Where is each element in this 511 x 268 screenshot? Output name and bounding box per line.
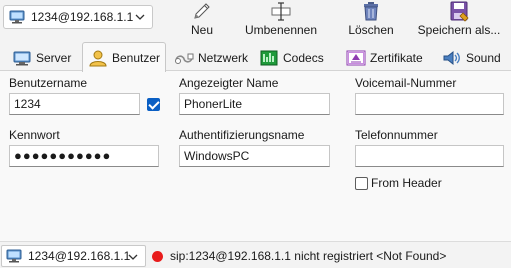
computer-icon bbox=[9, 10, 25, 24]
password-field[interactable]: ●●●●●●●●●●● bbox=[9, 145, 159, 167]
display-name-field[interactable]: PhonerLite bbox=[179, 93, 330, 115]
tab-bar: Server Benutzer Netzwerk Codecs Zertifik… bbox=[0, 42, 511, 72]
password-label: Kennwort bbox=[9, 128, 60, 142]
rename-button[interactable]: Umbenennen bbox=[244, 0, 318, 40]
new-button[interactable]: Neu bbox=[186, 0, 218, 40]
certificate-icon bbox=[346, 50, 366, 66]
tab-server-label: Server bbox=[36, 51, 72, 65]
tab-codecs-label: Codecs bbox=[283, 51, 324, 65]
save-as-button[interactable]: Speichern als... bbox=[417, 0, 501, 40]
user-settings-panel: Benutzername 1234 Angezeigter Name Phone… bbox=[0, 71, 511, 241]
username-label: Benutzername bbox=[9, 76, 88, 90]
tab-sound-label: Sound bbox=[466, 51, 501, 65]
rename-icon bbox=[271, 2, 291, 21]
save-as-button-label: Speichern als... bbox=[417, 23, 501, 37]
tab-sound[interactable]: Sound bbox=[436, 44, 507, 71]
tab-zertifikate-label: Zertifikate bbox=[370, 51, 423, 65]
pencil-icon bbox=[194, 3, 210, 19]
tab-benutzer[interactable]: Benutzer bbox=[82, 42, 167, 72]
status-bar: 1234@192.168.1.1 sip:1234@192.168.1.1 ni… bbox=[0, 241, 511, 268]
save-icon bbox=[450, 1, 469, 22]
from-header-checkbox[interactable] bbox=[355, 177, 368, 190]
account-select-value: 1234@192.168.1.1 bbox=[31, 10, 134, 24]
tab-benutzer-label: Benutzer bbox=[112, 50, 161, 65]
phone-number-field[interactable] bbox=[355, 145, 504, 167]
toolbar: 1234@192.168.1.1 Neu Umbenennen Löschen … bbox=[0, 0, 511, 41]
delete-button[interactable]: Löschen bbox=[346, 0, 396, 40]
registration-status-indicator bbox=[152, 251, 163, 262]
tab-server[interactable]: Server bbox=[6, 44, 77, 71]
delete-button-label: Löschen bbox=[348, 23, 394, 37]
tab-codecs[interactable]: Codecs bbox=[253, 44, 330, 71]
voicemail-field[interactable] bbox=[355, 93, 504, 115]
status-account-select-value: 1234@192.168.1.1 bbox=[28, 249, 131, 263]
auth-name-field[interactable]: WindowsPC bbox=[179, 145, 330, 167]
from-header-label: From Header bbox=[371, 176, 442, 190]
display-name-label: Angezeigter Name bbox=[179, 76, 279, 90]
rename-button-label: Umbenennen bbox=[244, 23, 318, 37]
tab-netzwerk[interactable]: Netzwerk bbox=[168, 44, 254, 71]
chevron-down-icon bbox=[135, 14, 145, 20]
new-button-label: Neu bbox=[190, 23, 213, 37]
chevron-down-icon bbox=[128, 254, 138, 260]
codecs-icon bbox=[260, 50, 278, 66]
status-account-select[interactable]: 1234@192.168.1.1 bbox=[1, 245, 146, 267]
auth-name-label: Authentifizierungsname bbox=[179, 128, 305, 142]
user-icon bbox=[89, 50, 107, 66]
username-field[interactable]: 1234 bbox=[9, 93, 140, 115]
tab-zertifikate[interactable]: Zertifikate bbox=[340, 44, 429, 71]
phone-number-label: Telefonnummer bbox=[355, 128, 438, 142]
username-checkbox[interactable] bbox=[147, 98, 160, 111]
trash-icon bbox=[364, 2, 378, 21]
speaker-icon bbox=[443, 50, 460, 66]
computer-icon bbox=[6, 249, 22, 263]
server-icon bbox=[13, 51, 31, 66]
tab-netzwerk-label: Netzwerk bbox=[198, 51, 249, 65]
account-select[interactable]: 1234@192.168.1.1 bbox=[3, 5, 153, 29]
registration-status-text: sip:1234@192.168.1.1 nicht registriert <… bbox=[170, 249, 447, 263]
voicemail-label: Voicemail-Nummer bbox=[355, 76, 457, 90]
network-icon bbox=[175, 53, 194, 64]
